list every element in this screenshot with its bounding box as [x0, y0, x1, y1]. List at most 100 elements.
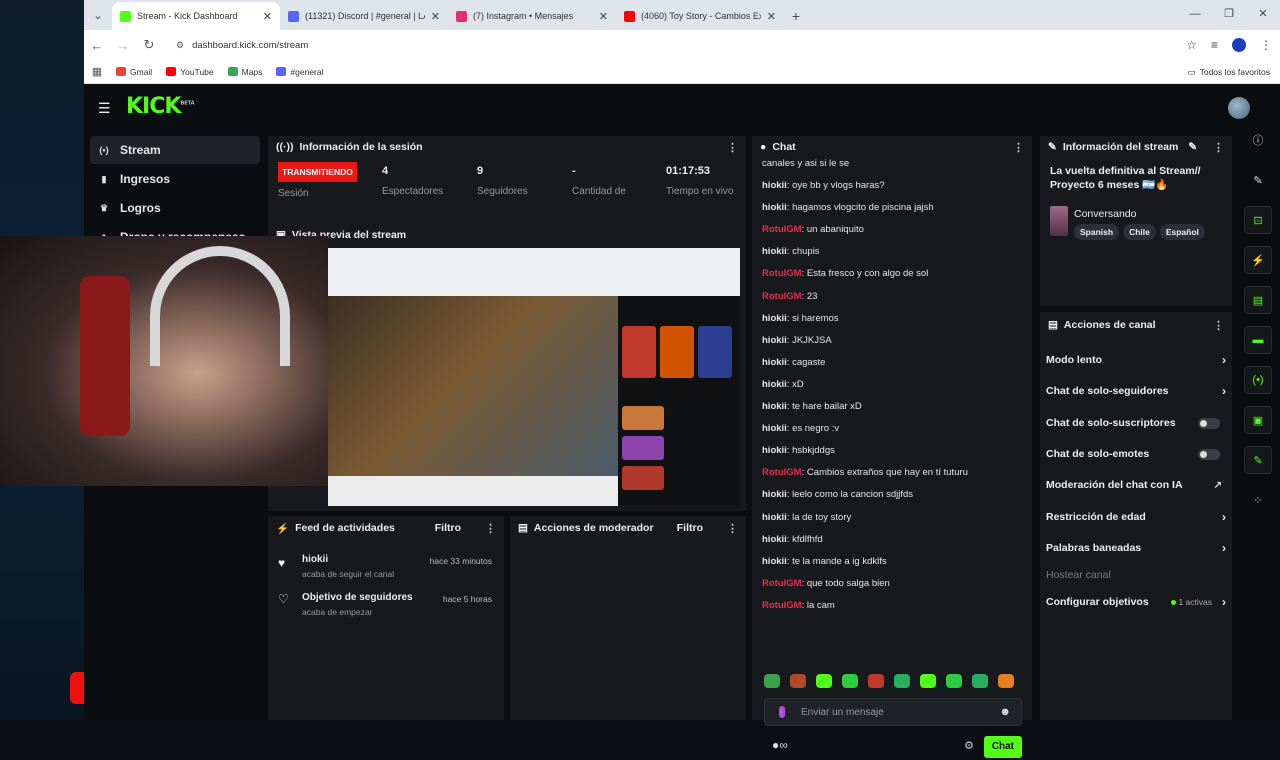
chat-username[interactable]: RotuIGM — [762, 467, 802, 478]
channel-actions-menu-icon[interactable]: ⋮ — [1213, 319, 1224, 332]
emote-icon[interactable] — [868, 674, 884, 688]
lightning-action-icon[interactable]: ⚡ — [1244, 246, 1272, 274]
chat-username[interactable]: hiokii — [762, 445, 787, 456]
emotes-only-toggle[interactable] — [1198, 448, 1220, 460]
emote-icon[interactable] — [842, 674, 858, 688]
chat-username[interactable]: hiokii — [762, 357, 787, 368]
apps-grid-icon[interactable]: ▦ — [84, 65, 110, 78]
chat-message[interactable]: hiokii: te la mande a ig kdklfs — [762, 551, 1022, 573]
nav-stream[interactable]: (•) Stream — [90, 136, 260, 164]
chat-username[interactable]: hiokii — [762, 202, 787, 213]
close-tab-icon[interactable]: ✕ — [599, 10, 608, 23]
bookmark-gmail[interactable]: Gmail — [116, 67, 152, 77]
chat-username[interactable]: hiokii — [762, 489, 787, 500]
chat-message[interactable]: RotuIGM: un abaniquito — [762, 219, 1022, 241]
stream-info-menu-icon[interactable]: ⋮ — [1213, 141, 1224, 154]
broadcast-action-icon[interactable]: (•) — [1244, 366, 1272, 394]
bookmark-youtube[interactable]: YouTube — [166, 67, 214, 77]
action-banned-words[interactable]: Palabras baneadas › — [1046, 537, 1226, 559]
tab-kick-dashboard[interactable]: Stream - Kick Dashboard ✕ — [112, 2, 280, 30]
tab-search-chevron-icon[interactable]: ⌄ — [84, 0, 112, 30]
chat-message[interactable]: hiokii: oye bb y vlogs haras? — [762, 175, 1022, 197]
layout-icon[interactable]: ▣ — [1244, 406, 1272, 434]
emote-icon[interactable] — [920, 674, 936, 688]
emote-icon[interactable] — [816, 674, 832, 688]
chat-message[interactable]: hiokii: cagaste — [762, 352, 1022, 374]
close-tab-icon[interactable]: ✕ — [767, 10, 776, 23]
emote-icon[interactable] — [998, 674, 1014, 688]
chat-message[interactable]: hiokii: JKJKJSA — [762, 330, 1022, 352]
chat-message[interactable]: hiokii: xD — [762, 374, 1022, 396]
chat-action-icon[interactable]: ▬ — [1244, 326, 1272, 354]
nav-ingresos[interactable]: ▮ Ingresos — [90, 165, 260, 193]
stream-preview[interactable] — [328, 248, 740, 506]
hamburger-menu-icon[interactable]: ☰ — [98, 100, 111, 117]
taskbar-red-icon[interactable] — [70, 672, 84, 704]
chat-username[interactable]: hiokii — [762, 556, 787, 567]
chat-message[interactable]: RotuIGM: que todo salga bien — [762, 573, 1022, 595]
chat-message[interactable]: hiokii: chupis — [762, 241, 1022, 263]
chat-username[interactable]: RotuIGM — [762, 578, 802, 589]
chat-username[interactable]: hiokii — [762, 379, 787, 390]
emote-icon[interactable] — [764, 674, 780, 688]
action-followers-only[interactable]: Chat de solo-seguidores › — [1046, 380, 1226, 402]
moderator-menu-icon[interactable]: ⋮ — [727, 522, 738, 535]
forward-icon[interactable]: → — [110, 38, 136, 53]
chat-message[interactable]: RotuIGM: 23 — [762, 286, 1022, 308]
chat-message[interactable]: hiokii: hagamos vlogcito de piscina jajs… — [762, 197, 1022, 219]
moderator-filter-button[interactable]: Filtro — [677, 522, 703, 534]
user-avatar[interactable] — [1228, 97, 1250, 119]
feed-menu-icon[interactable]: ⋮ — [485, 522, 496, 535]
edit-pencil-icon[interactable]: ✎ — [1188, 141, 1197, 153]
bookmark-maps[interactable]: Maps — [227, 67, 262, 77]
new-tab-button[interactable]: + — [784, 2, 808, 30]
reload-icon[interactable]: ↻ — [136, 37, 162, 53]
feed-item[interactable]: Objetivo de seguidores acaba de empezar — [302, 592, 413, 617]
points-icon[interactable]: ●∞ — [772, 738, 788, 752]
action-age-restriction[interactable]: Restricción de edad › — [1046, 506, 1226, 528]
chat-settings-icon[interactable]: ⚙ — [964, 739, 974, 752]
browser-menu-icon[interactable]: ⋮ — [1260, 38, 1272, 52]
chat-username[interactable]: hiokii — [762, 401, 787, 412]
chat-username[interactable]: RotuIGM — [762, 291, 802, 302]
restore-icon[interactable]: ❐ — [1212, 0, 1246, 30]
chat-username[interactable]: hiokii — [762, 313, 787, 324]
send-chat-button[interactable]: Chat — [983, 736, 1022, 758]
bookmark-general[interactable]: #general — [276, 67, 324, 77]
minimize-icon[interactable]: — — [1178, 0, 1212, 30]
chat-message[interactable]: hiokii: la de toy story — [762, 507, 1022, 529]
chat-username[interactable]: hiokii — [762, 335, 787, 346]
action-ai-moderation[interactable]: Moderación del chat con IA ↗ — [1046, 474, 1226, 496]
tab-youtube[interactable]: (4060) Toy Story - Cambios Extr ✕ — [616, 2, 784, 30]
chat-message[interactable]: hiokii: leelo como la cancion sdjjfds — [762, 484, 1022, 506]
address-bar[interactable]: ⚙ dashboard.kick.com/stream — [172, 34, 1162, 56]
clip-icon[interactable]: ⊡ — [1244, 206, 1272, 234]
profile-avatar[interactable] — [1232, 38, 1246, 52]
emote-icon[interactable] — [972, 674, 988, 688]
chat-username[interactable]: RotuIGM — [762, 268, 802, 279]
emote-icon[interactable] — [790, 674, 806, 688]
chat-username[interactable]: RotuIGM — [762, 600, 802, 611]
chat-message[interactable]: hiokii: kfdlfhfd — [762, 529, 1022, 551]
chat-message[interactable]: hiokii: te hare bailar xD — [762, 396, 1022, 418]
chat-input[interactable]: Enviar un mensaje ☻ — [764, 698, 1022, 726]
action-subscribers-only[interactable]: Chat de solo-suscriptores — [1046, 412, 1226, 434]
chat-username[interactable]: hiokii — [762, 423, 787, 434]
emote-icon[interactable] — [946, 674, 962, 688]
all-bookmarks[interactable]: ▭ Todos los favoritos — [1188, 60, 1270, 84]
feed-filter-button[interactable]: Filtro — [435, 522, 461, 534]
chat-username[interactable]: hiokii — [762, 246, 787, 257]
subscribers-only-toggle[interactable] — [1198, 417, 1220, 429]
feed-item[interactable]: hiokii acaba de seguir el canal — [302, 554, 394, 579]
close-tab-icon[interactable]: ✕ — [431, 10, 440, 23]
chat-message[interactable]: canales y asi si le se — [762, 153, 1022, 175]
more-apps-icon[interactable]: ⁘ — [1244, 486, 1272, 514]
chat-message[interactable]: RotuIGM: Esta fresco y con algo de sol — [762, 263, 1022, 285]
emote-icon[interactable] — [894, 674, 910, 688]
site-info-icon[interactable]: ⚙ — [176, 40, 184, 51]
tab-discord[interactable]: (11321) Discord | #general | LA ✕ — [280, 2, 448, 30]
kick-logo[interactable]: KICKBETA — [126, 94, 195, 119]
close-tab-icon[interactable]: ✕ — [263, 10, 272, 23]
back-icon[interactable]: ← — [84, 38, 110, 53]
chat-menu-icon[interactable]: ⋮ — [1013, 141, 1024, 154]
